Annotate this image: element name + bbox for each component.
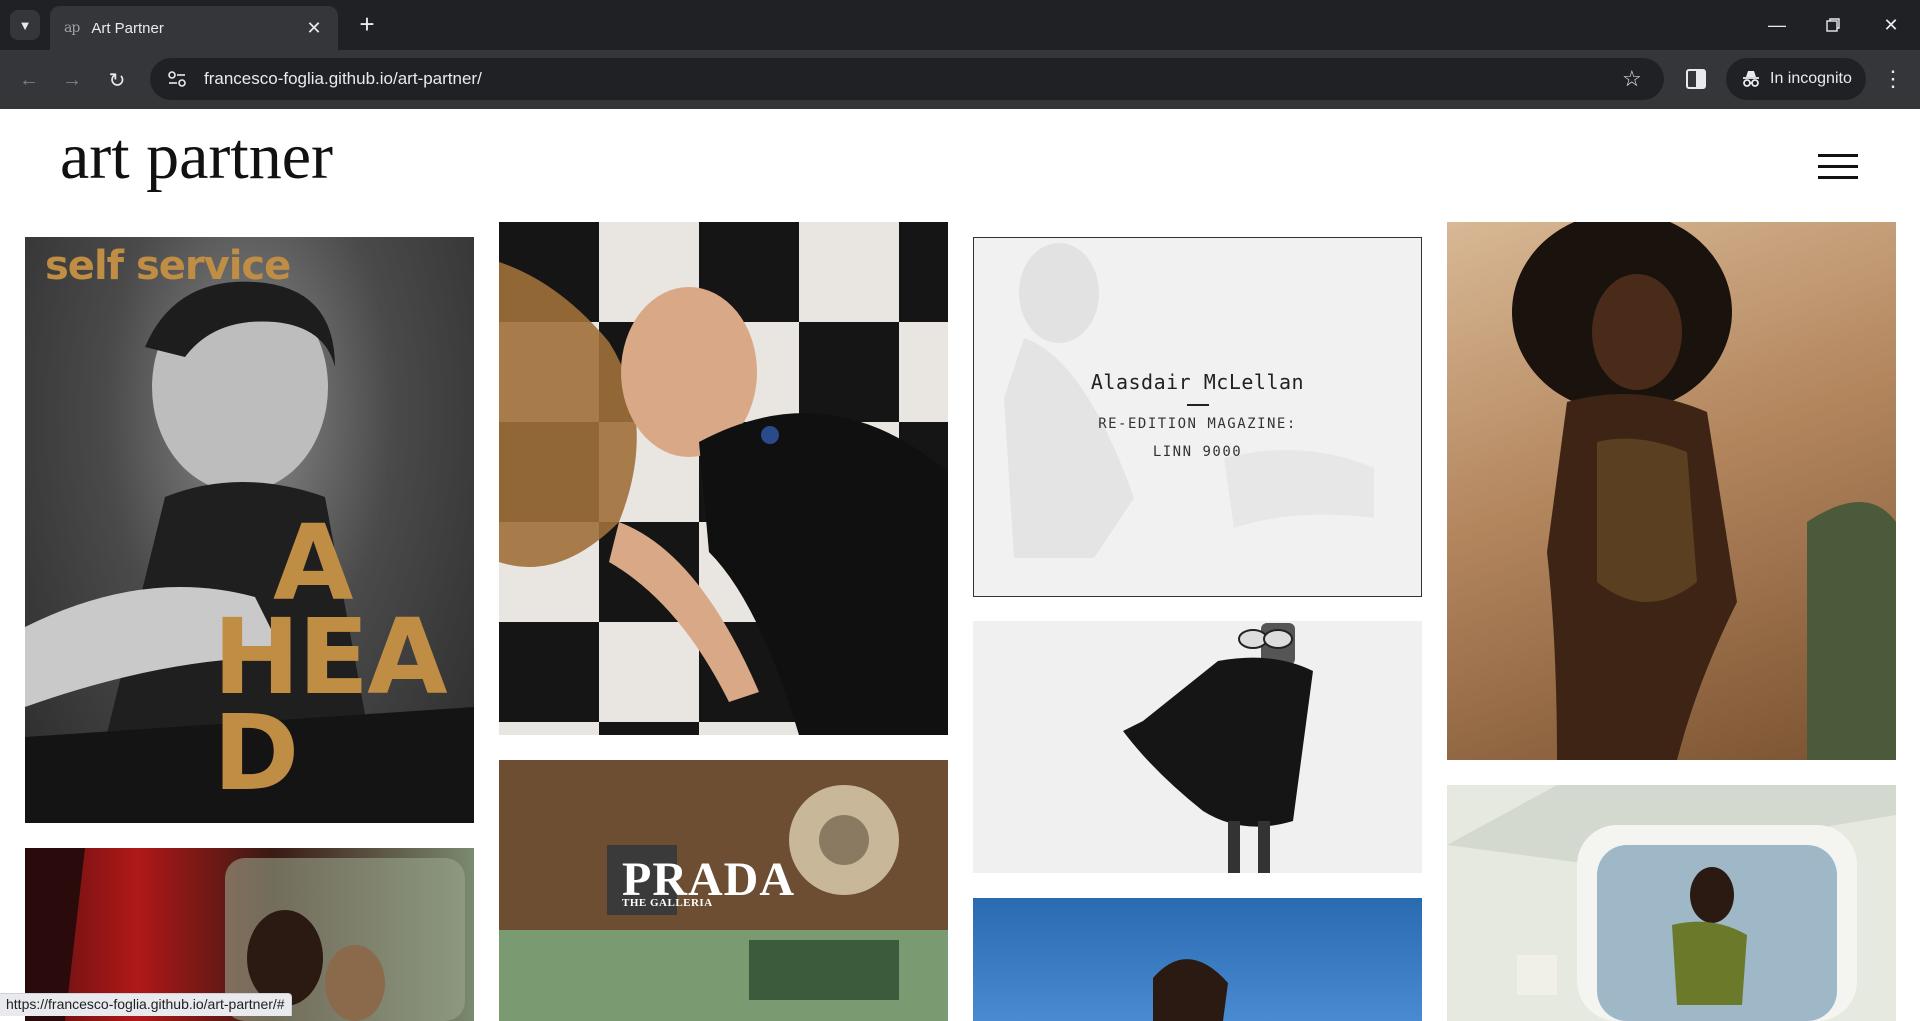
model-portrait-image xyxy=(1512,222,1896,760)
checkered-floor-photo-tile[interactable] xyxy=(499,222,948,735)
checkered-floor-image xyxy=(499,262,948,735)
cover-word-line2: HEA xyxy=(213,596,448,718)
browser-tab-bar: ▼ ap Art Partner ✕ + — ✕ xyxy=(0,0,1920,50)
site-settings-icon[interactable] xyxy=(166,68,188,90)
close-window-icon[interactable]: ✕ xyxy=(1876,12,1906,38)
reload-icon[interactable]: ↻ xyxy=(102,65,132,95)
mclellan-reedition-tile[interactable]: Alasdair McLellan RE-EDITION MAGAZINE: L… xyxy=(973,237,1422,597)
prada-subtitle-text: THE GALLERIA xyxy=(622,897,713,909)
incognito-indicator[interactable]: In incognito xyxy=(1726,58,1866,100)
publication-line2: LINN 9000 xyxy=(1152,444,1243,460)
site-favicon-icon: ap xyxy=(64,20,80,36)
tab-title: Art Partner xyxy=(91,19,164,37)
publication-line1: RE-EDITION MAGAZINE: xyxy=(1098,416,1297,432)
sky-portrait-image xyxy=(1153,959,1228,1021)
site-logo[interactable]: art partner xyxy=(60,119,333,195)
prada-campaign-tile[interactable]: PRADA THE GALLERIA xyxy=(499,760,948,1021)
sky-photo-tile[interactable] xyxy=(973,898,1422,1021)
address-bar[interactable]: francesco-foglia.github.io/art-partner/ … xyxy=(150,58,1664,100)
forward-arrow-icon[interactable]: → xyxy=(57,65,87,95)
page-content: art partner self service A HEA D PRADA T… xyxy=(0,109,1920,1021)
close-tab-icon[interactable]: ✕ xyxy=(304,18,324,39)
incognito-icon xyxy=(1743,71,1759,87)
back-arrow-icon[interactable]: ← xyxy=(14,65,44,95)
photographer-name: Alasdair McLellan xyxy=(1090,370,1305,394)
model-portrait-tile[interactable] xyxy=(1447,222,1896,760)
hamburger-menu-icon[interactable] xyxy=(1818,154,1858,180)
self-service-cover-tile[interactable]: self service A HEA D xyxy=(25,237,474,823)
browser-menu-icon[interactable]: ⋮ xyxy=(1880,65,1906,95)
fur-coat-image xyxy=(1123,623,1313,873)
bookmark-star-icon[interactable]: ☆ xyxy=(1622,66,1652,92)
cover-brand: self service xyxy=(45,243,291,289)
browser-toolbar: ← → ↻ francesco-foglia.github.io/art-par… xyxy=(0,50,1920,109)
new-tab-button[interactable]: + xyxy=(354,11,380,38)
side-panel-icon[interactable] xyxy=(1684,65,1710,93)
status-bar-url: https://francesco-foglia.github.io/art-p… xyxy=(0,993,292,1016)
browser-tab[interactable]: ap Art Partner ✕ xyxy=(50,6,338,50)
incognito-label: In incognito xyxy=(1770,70,1852,87)
tab-search-chevron-icon[interactable]: ▼ xyxy=(10,10,40,40)
url-text: francesco-foglia.github.io/art-partner/ xyxy=(204,69,482,88)
restore-window-icon[interactable] xyxy=(1818,12,1848,38)
title-divider xyxy=(1187,404,1209,406)
bathtub-photo-tile[interactable] xyxy=(1447,785,1896,1021)
cover-word-line3: D xyxy=(213,692,299,814)
fur-coat-photo-tile[interactable] xyxy=(973,621,1422,873)
bathtub-image xyxy=(1447,785,1896,1021)
minimize-window-icon[interactable]: — xyxy=(1762,12,1792,38)
